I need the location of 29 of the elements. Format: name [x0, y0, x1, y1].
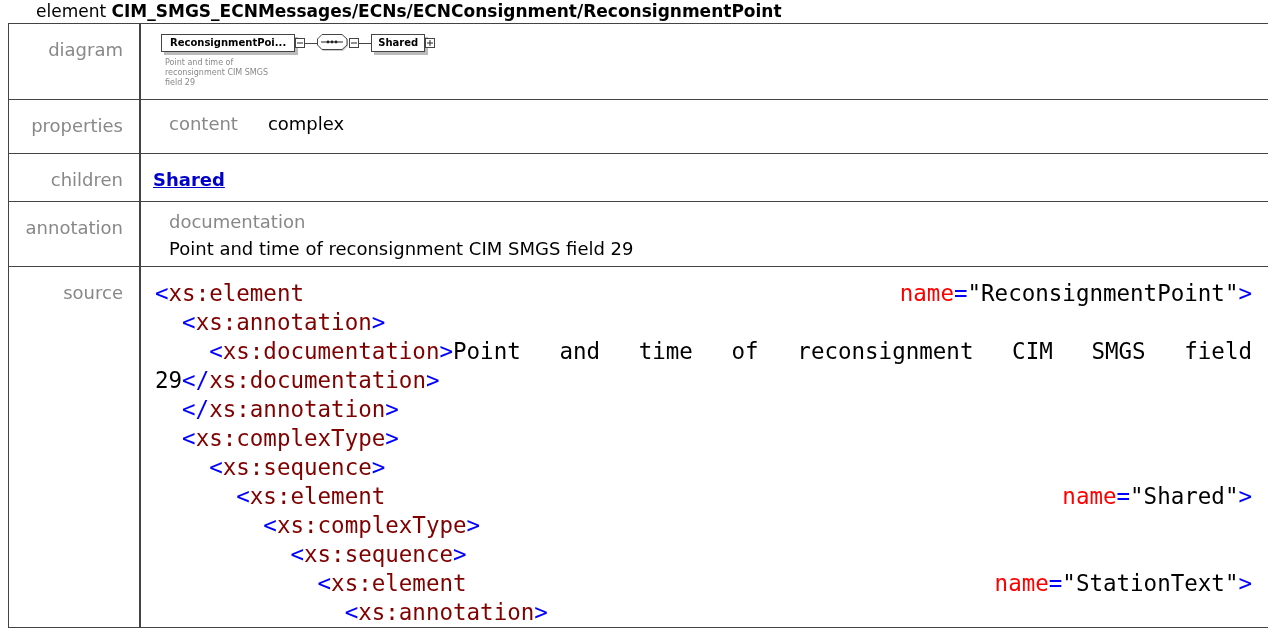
element-description: Point and time of reconsignment CIM SMGS field 29 [164, 58, 270, 88]
documentation-text: Point and time of reconsignment CIM SMGS field 29 [169, 237, 634, 261]
child-link[interactable]: Shared [153, 166, 225, 193]
row-label: diagram [48, 39, 123, 60]
property-key: content [169, 110, 238, 137]
row-label: properties [31, 115, 123, 136]
row-label: annotation [25, 217, 123, 238]
collapse-icon[interactable] [349, 38, 360, 48]
code-line: <xs:element name="StationText"> [317, 569, 1252, 598]
code-line: <xs:sequence> [209, 453, 386, 482]
code-line: </xs:annotation> [182, 395, 399, 424]
expand-icon[interactable] [425, 38, 436, 48]
code-line: <xs:complexType> [182, 424, 399, 453]
row-label: children [50, 169, 123, 190]
code-line: <xs:element name="Shared"> [236, 482, 1252, 511]
code-line: 29</xs:documentation> [155, 366, 440, 395]
code-line: <xs:annotation> [344, 598, 548, 627]
code-line: <xs:element name="ReconsignmentPoint"> [155, 279, 1252, 308]
element-node[interactable]: ReconsignmentPoi... [161, 34, 296, 52]
row-label: source [63, 282, 123, 303]
annotation-title: documentation [169, 210, 306, 234]
code-line: <xs:documentation>Point and time of reconsignment CIM SMGS field [209, 337, 1252, 366]
code-line: <xs:annotation> [182, 308, 386, 337]
code-line: <xs:complexType> [263, 511, 481, 540]
collapse-icon[interactable] [295, 38, 306, 48]
child-node[interactable]: Shared [371, 34, 426, 52]
property-value: complex [267, 112, 345, 136]
page-heading: element CIM_SMGS_ECNMessages/ECNs/ECNConsignment/ReconsignmentPoint [36, 1, 782, 21]
code-line: <xs:sequence> [290, 540, 467, 569]
